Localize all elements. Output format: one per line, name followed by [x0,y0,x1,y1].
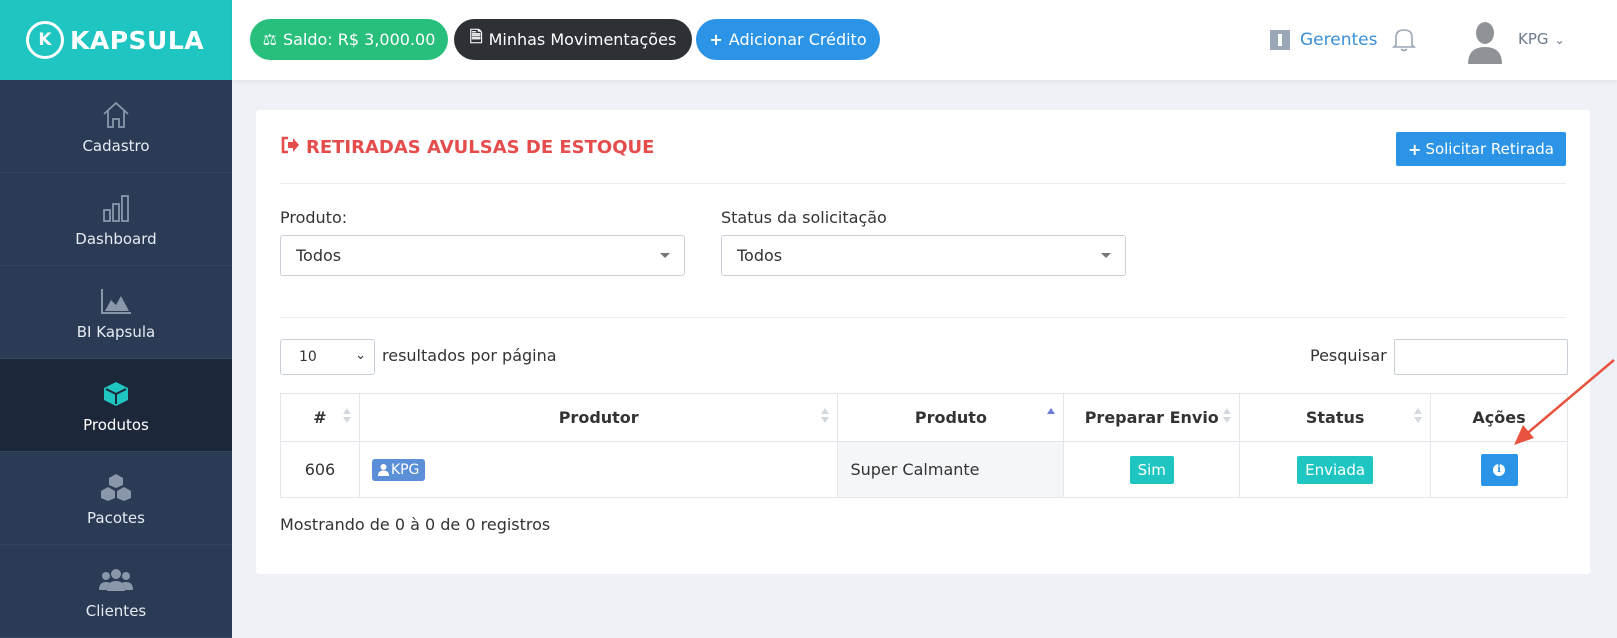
page-title: RETIRADAS AVULSAS DE ESTOQUE [280,136,654,159]
area-chart-icon [99,283,133,319]
table-row: 606 KPG Super Calmante Sim Enviada i [280,441,1568,498]
caret-down-icon [660,253,670,258]
sign-out-icon [280,136,300,159]
table-info: Mostrando de 0 à 0 de 0 registros [280,515,551,534]
sidebar-item-dashboard[interactable]: Dashboard [0,173,232,266]
status-filter-label: Status da solicitação [721,208,887,227]
home-icon [100,97,132,133]
user-icon [377,463,389,476]
saldo-label: Saldo: R$ 3,000.00 [282,30,436,49]
sidebar-item-clientes[interactable]: Clientes [0,545,232,638]
brand-name: KAPSULA [70,25,205,55]
cell-produtor: KPG [358,441,839,498]
balance-scale-icon: ⚖ [262,30,277,49]
movimentacoes-label: Minhas Movimentações [488,30,677,49]
column-label: Status [1305,408,1365,427]
column-label: Produto [914,408,987,427]
sidebar-item-label: Produtos [83,416,149,434]
sidebar: K KAPSULA Cadastro Dashboard BI Kapsula … [0,0,232,638]
user-name: KPG [1518,30,1549,48]
withdrawals-table: # Produtor Produto Preparar Envio Status… [280,393,1568,498]
avatar[interactable] [1466,20,1504,64]
chevron-down-icon: ⌄ [355,348,366,363]
top-header: ⚖ Saldo: R$ 3,000.00 🗎 Minhas Movimentaç… [232,0,1617,80]
cell-preparar-envio: Sim [1063,441,1241,498]
logo-mark: K [26,21,64,59]
sidebar-item-label: Cadastro [82,137,150,155]
divider [280,317,1566,318]
column-label: # [313,408,327,427]
plus-icon: + [1408,139,1422,159]
sort-icon [342,408,351,423]
bell-icon[interactable] [1392,26,1416,56]
page-length-select[interactable]: 10 ⌄ [280,339,375,375]
adicionar-label: Adicionar Crédito [728,30,867,49]
sort-icon [1414,408,1423,423]
status-filter-value: Todos [737,246,783,265]
column-header-produtor[interactable]: Produtor [358,393,839,442]
solicitar-retirada-button[interactable]: + Solicitar Retirada [1396,132,1566,166]
brand-logo[interactable]: K KAPSULA [0,0,232,80]
page-length-value: 10 [299,349,317,365]
adicionar-credito-button[interactable]: + Adicionar Crédito [696,19,880,60]
sidebar-item-label: Clientes [85,602,147,620]
document-icon: 🗎 [469,27,483,46]
column-header-id[interactable]: # [280,393,360,442]
sort-asc-icon [1047,408,1056,423]
sidebar-item-label: Pacotes [87,509,145,527]
sidebar-item-pacotes[interactable]: Pacotes [0,452,232,545]
saldo-button[interactable]: ⚖ Saldo: R$ 3,000.00 [250,19,448,60]
chevron-down-icon: ⌄ [1554,33,1565,47]
caret-down-icon [1101,253,1111,258]
produto-filter-label: Produto: [280,208,348,227]
cell-produto: Super Calmante [837,441,1065,498]
produtor-name: KPG [390,461,420,478]
cell-acoes: i [1430,441,1568,498]
info-icon: i [1493,463,1506,476]
gerentes-label: Gerentes [1300,30,1378,50]
sort-icon [1223,408,1232,423]
column-label: Produtor [558,408,639,427]
plus-icon: + [709,30,723,49]
cell-id: 606 [280,441,360,498]
sidebar-item-produtos[interactable]: Produtos [0,359,232,452]
movimentacoes-button[interactable]: 🗎 Minhas Movimentações [454,19,692,60]
sidebar-item-label: Dashboard [75,230,157,248]
sidebar-item-label: BI Kapsula [76,323,156,341]
cell-status: Enviada [1239,441,1432,498]
divider [280,183,1566,184]
annotation-arrow-icon [1514,359,1615,445]
status-filter-select[interactable]: Todos [721,235,1126,276]
cube-icon [101,376,131,412]
column-header-produto[interactable]: Produto [837,393,1065,442]
user-menu[interactable]: KPG ⌄ [1518,30,1565,48]
manager-icon [1270,30,1290,50]
bar-chart-icon [100,190,132,226]
sidebar-item-cadastro[interactable]: Cadastro [0,80,232,173]
column-header-preparar-envio[interactable]: Preparar Envio [1063,393,1241,442]
produto-filter-value: Todos [296,246,342,265]
status-badge: Enviada [1297,455,1374,484]
info-button[interactable]: i [1480,453,1518,486]
cubes-icon [98,469,134,505]
page-title-text: RETIRADAS AVULSAS DE ESTOQUE [306,137,655,158]
users-icon [98,562,134,598]
column-label: Preparar Envio [1084,408,1219,427]
page-length-label: resultados por página [382,346,557,365]
gerentes-link[interactable]: Gerentes [1270,30,1377,50]
produto-filter-select[interactable]: Todos [280,235,685,276]
sidebar-item-bi-kapsula[interactable]: BI Kapsula [0,266,232,359]
stock-withdrawals-card: RETIRADAS AVULSAS DE ESTOQUE + Solicitar… [256,110,1590,574]
column-header-status[interactable]: Status [1239,393,1432,442]
produtor-badge[interactable]: KPG [371,458,426,481]
preparar-envio-badge: Sim [1129,455,1174,484]
solicitar-label: Solicitar Retirada [1425,140,1554,158]
sort-icon [821,408,830,423]
table-header-row: # Produtor Produto Preparar Envio Status… [280,393,1568,442]
search-label: Pesquisar [1310,346,1387,365]
